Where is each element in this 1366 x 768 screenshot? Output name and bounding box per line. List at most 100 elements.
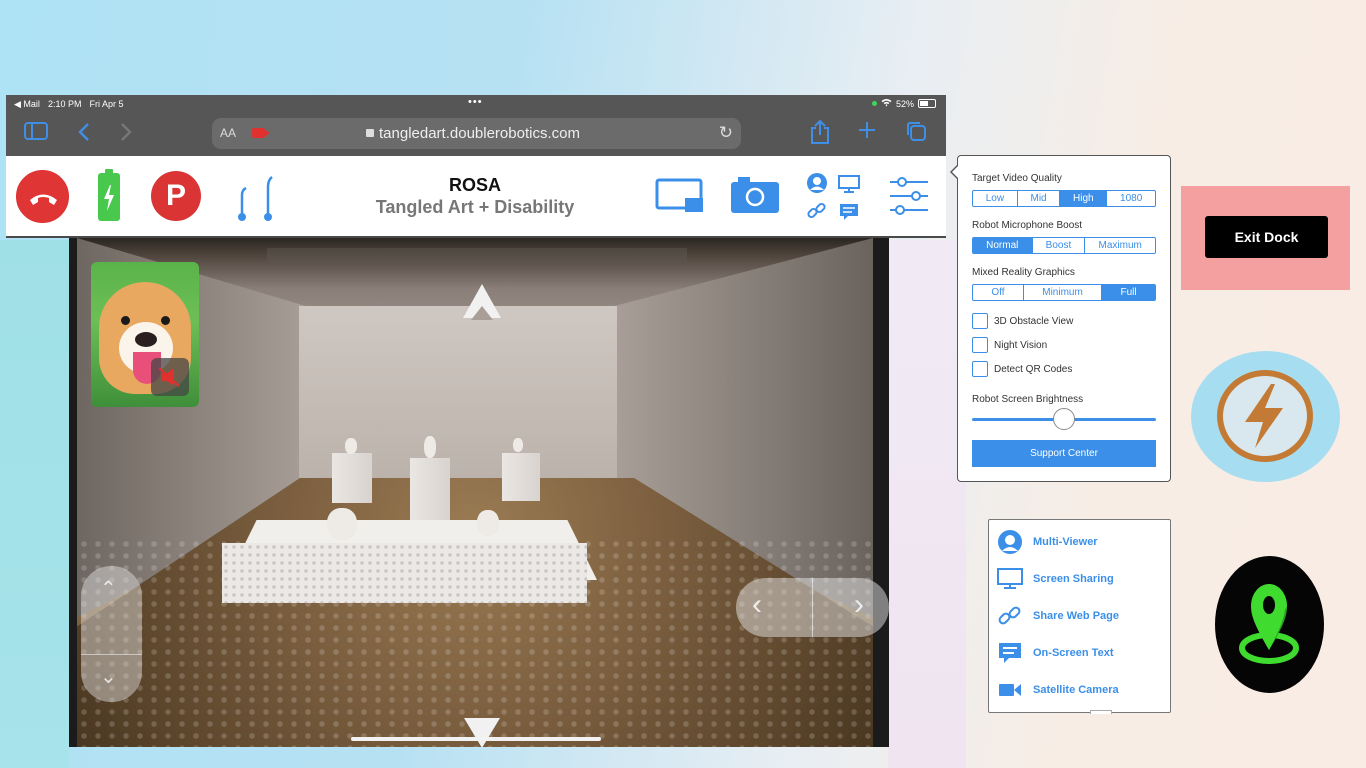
obstacle-view-row[interactable]: 3D Obstacle View: [972, 313, 1073, 329]
mic-option-normal[interactable]: Normal: [973, 238, 1033, 253]
menu-item-multi-viewer[interactable]: Multi-Viewer: [997, 527, 1098, 557]
height-adjust-icon[interactable]: [232, 173, 276, 223]
reload-icon[interactable]: ↻: [719, 123, 733, 143]
mr-option-full[interactable]: Full: [1102, 285, 1155, 300]
robot-video-feed[interactable]: ⌃ ⌄ ‹ ›: [69, 238, 889, 747]
phone-hangup-icon: [30, 194, 57, 205]
person-icon: [997, 529, 1023, 555]
mic-option-maximum[interactable]: Maximum: [1085, 238, 1155, 253]
status-date: Fri Apr 5: [89, 99, 124, 109]
mr-option-off[interactable]: Off: [973, 285, 1024, 300]
background-right: [888, 240, 966, 768]
ceiling-beam: [267, 248, 687, 266]
camera-active-icon[interactable]: [252, 128, 270, 138]
quality-option-mid[interactable]: Mid: [1018, 191, 1061, 206]
camera-in-use-indicator: [871, 101, 877, 106]
robot-battery-icon: [98, 169, 120, 221]
menu-label: Share Web Page: [1033, 610, 1119, 622]
sidebar-icon[interactable]: [24, 122, 48, 146]
obstacle-view-label: 3D Obstacle View: [994, 315, 1074, 327]
lightning-bolt-icon[interactable]: [1217, 370, 1313, 462]
link-icon[interactable]: [807, 201, 827, 226]
multitasking-dots[interactable]: •••: [468, 96, 483, 108]
self-view-pip[interactable]: [91, 262, 199, 407]
features-menu: Multi-Viewer Screen Sharing Share Web Pa…: [988, 519, 1171, 714]
message-icon[interactable]: [839, 203, 859, 226]
video-quality-segmented: Low Mid High 1080: [972, 190, 1156, 207]
multi-viewer-icon[interactable]: [806, 172, 828, 199]
settings-sliders-icon[interactable]: [888, 176, 930, 221]
menu-label: On-Screen Text: [1033, 647, 1114, 659]
exit-dock-button[interactable]: Exit Dock: [1205, 216, 1328, 258]
qr-codes-row[interactable]: Detect QR Codes: [972, 361, 1072, 377]
turn-left-icon[interactable]: ‹: [752, 590, 762, 620]
location-pin-icon[interactable]: [1215, 556, 1324, 693]
drive-backward-arrow-icon[interactable]: [464, 718, 500, 747]
horizontal-joystick[interactable]: ‹ ›: [736, 578, 889, 637]
night-vision-label: Night Vision: [994, 339, 1048, 351]
night-vision-checkbox[interactable]: [972, 337, 988, 353]
joystick-divider: [81, 654, 142, 655]
joystick-down-icon[interactable]: ⌄: [100, 664, 117, 689]
sculpture: [327, 508, 357, 540]
menu-label: Multi-Viewer: [1033, 536, 1098, 548]
tabs-overview-icon[interactable]: [905, 120, 927, 148]
background-left: [0, 240, 70, 768]
menu-item-satellite-camera[interactable]: Satellite Camera: [997, 675, 1119, 705]
monitor-icon[interactable]: [838, 175, 860, 198]
menu-item-share-web-page[interactable]: Share Web Page: [997, 601, 1119, 631]
camera-snapshot-icon[interactable]: [730, 176, 780, 219]
vertical-joystick[interactable]: ⌃ ⌄: [81, 566, 142, 702]
link-icon: [997, 603, 1023, 629]
quality-option-1080[interactable]: 1080: [1107, 191, 1155, 206]
back-to-mail-link[interactable]: ◀ Mail: [14, 99, 40, 110]
display-table-front: [222, 543, 587, 603]
park-button[interactable]: P: [151, 171, 201, 221]
avatar-eye: [161, 316, 170, 325]
sculpture: [345, 438, 357, 454]
sculpture: [477, 510, 499, 536]
new-tab-icon[interactable]: [857, 120, 877, 146]
quality-option-low[interactable]: Low: [973, 191, 1018, 206]
night-vision-row[interactable]: Night Vision: [972, 337, 1047, 353]
avatar-nose: [135, 332, 157, 347]
video-camera-icon: [997, 677, 1023, 703]
brightness-label: Robot Screen Brightness: [972, 394, 1084, 405]
mixed-reality-segmented: Off Minimum Full: [972, 284, 1156, 301]
wifi-icon: [881, 98, 892, 109]
qr-codes-checkbox[interactable]: [972, 361, 988, 377]
url-text: tangledart.doublerobotics.com: [366, 125, 580, 142]
support-center-button[interactable]: Support Center: [972, 440, 1156, 467]
menu-label: Satellite Camera: [1033, 684, 1119, 696]
browser-chrome: ◀ Mail 2:10 PM Fri Apr 5 ••• 52% AA tang…: [6, 95, 946, 156]
address-bar[interactable]: AA tangledart.doublerobotics.com ↻: [212, 118, 741, 149]
video-quality-label: Target Video Quality: [972, 173, 1062, 184]
joystick-up-icon[interactable]: ⌃: [100, 576, 117, 601]
avatar-eye: [121, 316, 130, 325]
menu-item-on-screen-text[interactable]: On-Screen Text: [997, 638, 1114, 668]
mr-option-minimum[interactable]: Minimum: [1024, 285, 1103, 300]
forward-icon[interactable]: [120, 122, 132, 148]
screen-share-icon[interactable]: [655, 178, 705, 219]
arrow-cutout: [471, 306, 493, 320]
brightness-slider-thumb[interactable]: [1053, 408, 1075, 430]
pedestal: [410, 458, 450, 520]
share-icon[interactable]: [810, 119, 830, 151]
reader-options-button[interactable]: AA: [220, 126, 236, 140]
status-bar: ◀ Mail 2:10 PM Fri Apr 5 ••• 52%: [6, 95, 946, 113]
hang-up-button[interactable]: [16, 170, 69, 223]
joystick-divider: [812, 578, 813, 637]
url-value: tangledart.doublerobotics.com: [379, 125, 580, 142]
mic-option-boost[interactable]: Boost: [1033, 238, 1086, 253]
quality-option-high[interactable]: High: [1060, 191, 1108, 206]
muted-speaker-icon[interactable]: [151, 358, 189, 396]
sculpture: [424, 436, 436, 458]
home-indicator: [351, 737, 601, 741]
back-icon[interactable]: [78, 122, 90, 148]
status-time: 2:10 PM: [47, 99, 82, 109]
obstacle-view-checkbox[interactable]: [972, 313, 988, 329]
lock-icon: [366, 129, 374, 137]
menu-item-screen-sharing[interactable]: Screen Sharing: [997, 564, 1114, 594]
turn-right-icon[interactable]: ›: [854, 590, 864, 620]
robot-toolbar: P ROSA Tangled Art + Disability: [6, 156, 946, 238]
